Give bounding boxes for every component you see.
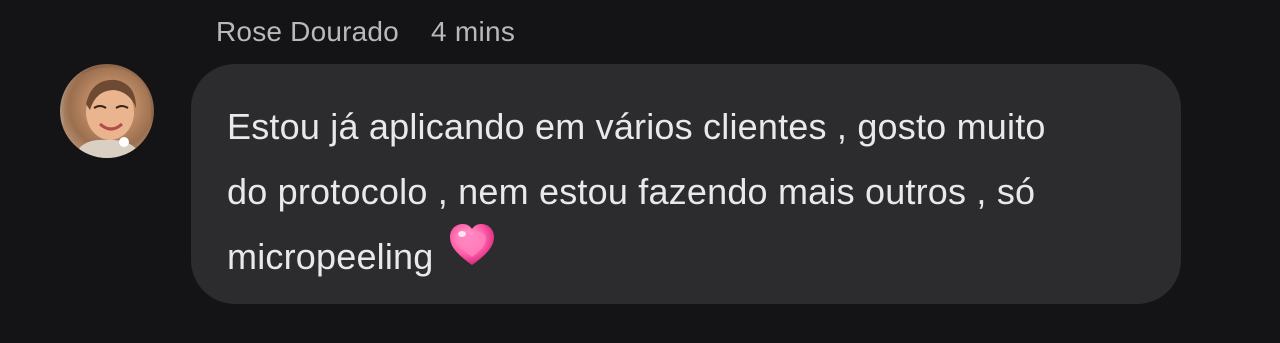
message-bubble[interactable]: Estou já aplicando em vários clientes , …	[191, 64, 1181, 304]
comment-header: Rose Dourado 4 mins	[216, 14, 515, 50]
avatar-photo	[60, 67, 154, 158]
comment: Rose Dourado 4 mins Estou já aplicando e…	[0, 0, 1280, 343]
comment-timestamp: 4 mins	[430, 16, 516, 47]
message-body: Estou já aplicando em vários clientes , …	[227, 94, 1141, 289]
online-status-dot	[119, 137, 129, 147]
message-text: Estou já aplicando em vários clientes , …	[227, 106, 1046, 277]
avatar[interactable]	[60, 64, 154, 158]
author-name[interactable]: Rose Dourado	[216, 16, 399, 48]
sparkling-heart-icon	[448, 222, 496, 287]
